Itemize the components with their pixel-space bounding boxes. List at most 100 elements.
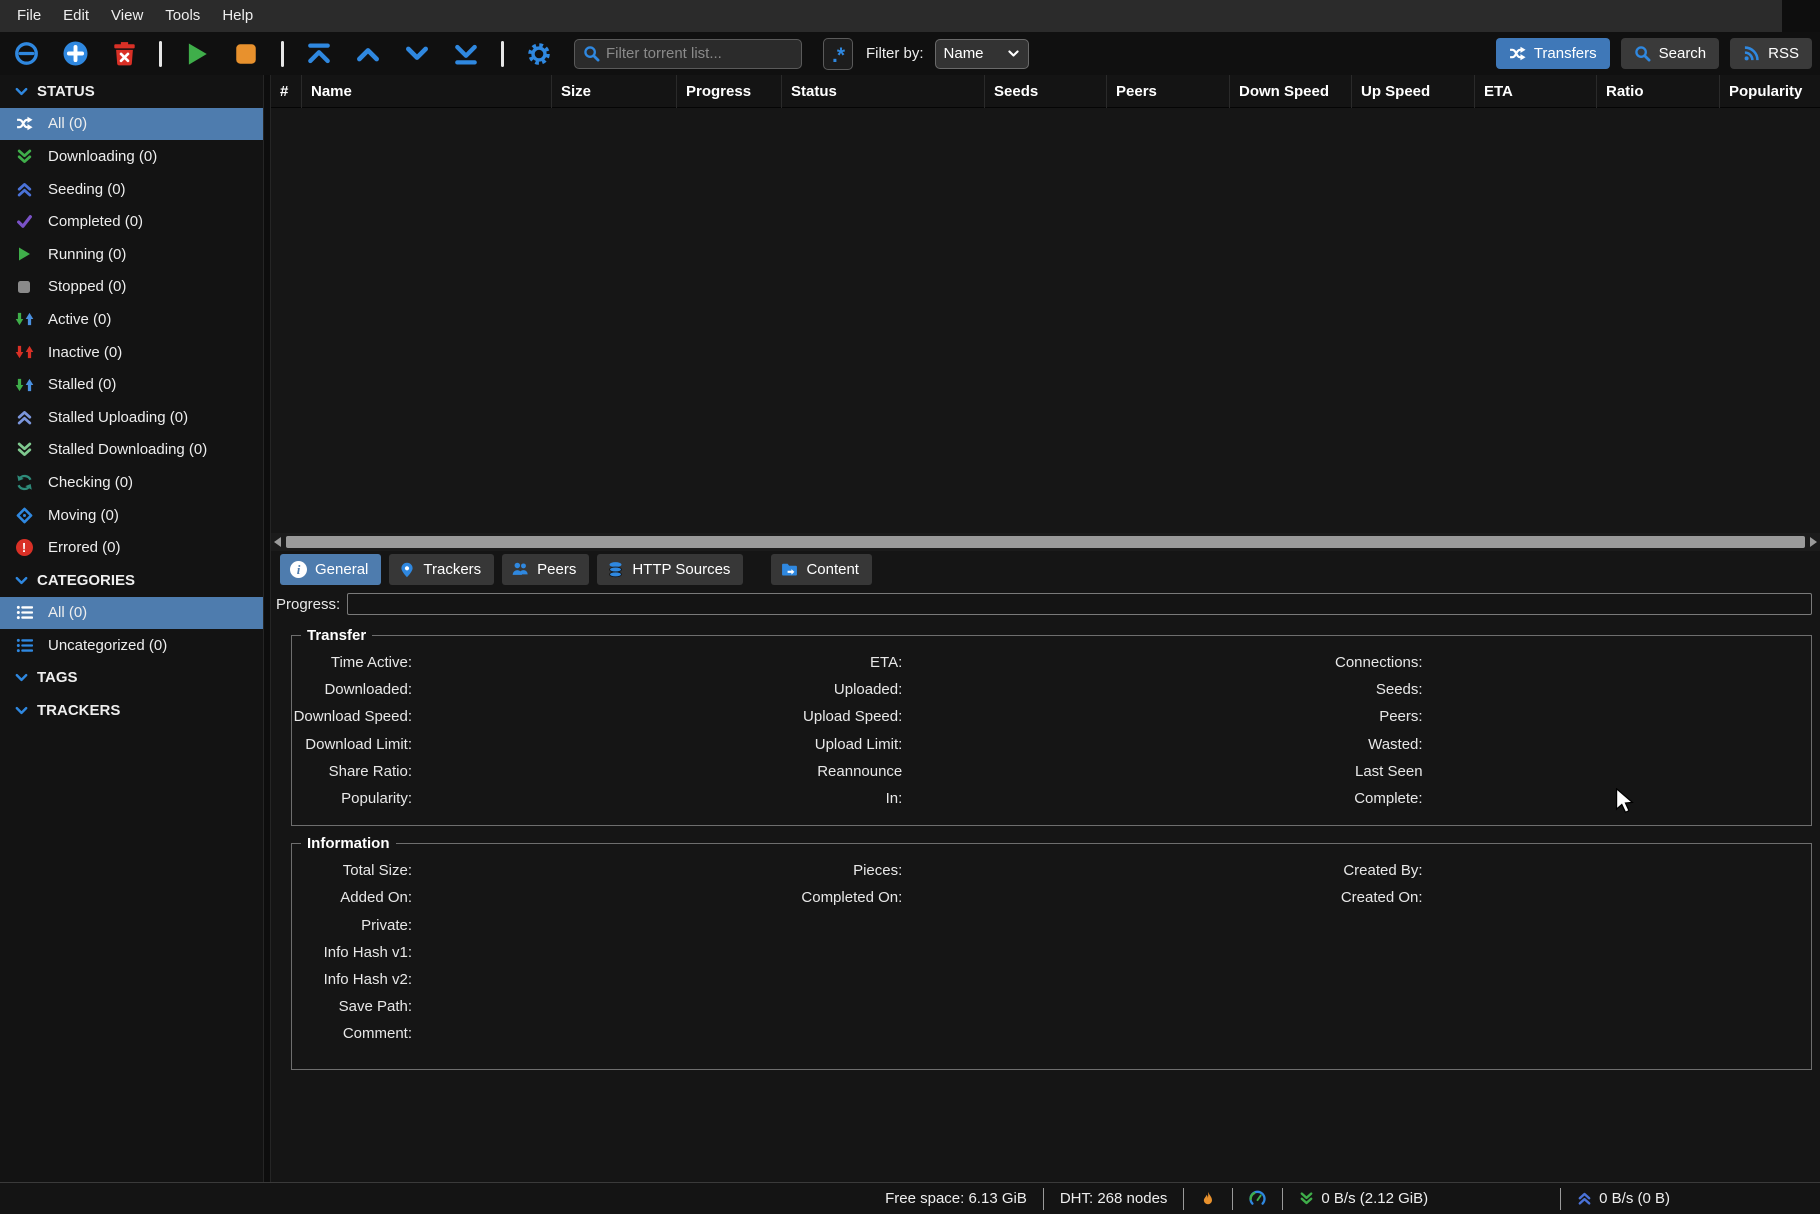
menu-edit[interactable]: Edit	[52, 0, 100, 32]
save-path-label: Save Path:	[292, 993, 412, 1020]
column-header-ratio[interactable]: Ratio	[1596, 75, 1719, 108]
chevron-down-icon	[14, 703, 29, 718]
arrow-down-icon	[15, 311, 24, 327]
free-space: Free space: 6.13 GiB	[885, 1190, 1027, 1207]
chevron-down-icon	[404, 41, 430, 67]
tab-content[interactable]: Content	[771, 554, 872, 585]
regex-filter-button[interactable]: .*	[823, 38, 853, 70]
sidebar-item-errored[interactable]: ! Errored (0)	[0, 531, 263, 564]
search-icon	[1634, 45, 1651, 62]
tab-peers[interactable]: Peers	[502, 554, 589, 585]
column-header-eta[interactable]: ETA	[1474, 75, 1596, 108]
filter-search-box[interactable]	[574, 39, 802, 69]
decrease-priority-button[interactable]	[403, 39, 431, 69]
filter-by-select[interactable]: Name	[935, 39, 1029, 69]
toolbar-separator	[281, 41, 284, 67]
column-header-seeds[interactable]: Seeds	[984, 75, 1106, 108]
sidebar-category-all[interactable]: All (0)	[0, 597, 263, 630]
column-header-up-speed[interactable]: Up Speed	[1351, 75, 1474, 108]
sidebar-section-status[interactable]: STATUS	[0, 75, 263, 108]
arrow-down-icon	[15, 377, 24, 393]
sidebar-section-trackers[interactable]: TRACKERS	[0, 694, 263, 727]
info-icon: i	[290, 561, 307, 578]
column-header-name[interactable]: Name	[301, 75, 551, 108]
trash-icon	[111, 40, 138, 67]
search-button-label: Search	[1659, 45, 1707, 62]
scrollbar-thumb[interactable]	[286, 536, 1805, 548]
column-header-number[interactable]: #	[271, 75, 301, 108]
menu-file[interactable]: File	[6, 0, 52, 32]
column-header-status[interactable]: Status	[781, 75, 984, 108]
link-circle-icon	[14, 41, 39, 66]
chevron-down-bar-icon	[453, 41, 479, 67]
sync-icon	[16, 474, 33, 491]
rss-view-button[interactable]: RSS	[1730, 38, 1812, 69]
sidebar-item-seeding[interactable]: Seeding (0)	[0, 173, 263, 206]
delete-torrent-button[interactable]	[110, 39, 138, 69]
scroll-right-arrow-icon[interactable]	[1810, 537, 1817, 547]
filter-by-value: Name	[944, 45, 1007, 62]
horizontal-scrollbar[interactable]	[271, 533, 1820, 551]
search-view-button[interactable]: Search	[1621, 38, 1720, 69]
double-chevron-up-icon	[1577, 1191, 1592, 1206]
add-torrent-file-button[interactable]	[61, 39, 89, 69]
sidebar-item-stalled[interactable]: Stalled (0)	[0, 368, 263, 401]
tab-http-sources[interactable]: HTTP Sources	[597, 554, 743, 585]
upload-speed-status[interactable]: 0 B/s (0 B)	[1577, 1190, 1670, 1207]
column-header-peers[interactable]: Peers	[1106, 75, 1229, 108]
information-legend: Information	[301, 835, 396, 852]
rss-button-label: RSS	[1768, 45, 1799, 62]
options-button[interactable]	[525, 39, 553, 69]
rss-icon	[1743, 45, 1760, 62]
sidebar-item-checking[interactable]: Checking (0)	[0, 466, 263, 499]
scroll-left-arrow-icon[interactable]	[274, 537, 281, 547]
statusbar-separator	[1232, 1188, 1233, 1210]
play-icon	[184, 41, 210, 67]
column-header-popularity[interactable]: Popularity	[1719, 75, 1820, 108]
arrow-down-icon	[15, 344, 24, 360]
arrow-up-icon	[25, 344, 34, 360]
sidebar-item-stalled-uploading[interactable]: Stalled Uploading (0)	[0, 401, 263, 434]
sidebar-section-categories[interactable]: CATEGORIES	[0, 564, 263, 597]
column-header-progress[interactable]: Progress	[676, 75, 781, 108]
private-label: Private:	[292, 912, 412, 939]
sidebar-item-stalled-downloading[interactable]: Stalled Downloading (0)	[0, 434, 263, 467]
stop-torrent-button[interactable]	[232, 39, 260, 69]
sidebar-item-inactive[interactable]: Inactive (0)	[0, 336, 263, 369]
bottom-priority-button[interactable]	[452, 39, 480, 69]
column-header-size[interactable]: Size	[551, 75, 676, 108]
sidebar-item-downloading[interactable]: Downloading (0)	[0, 140, 263, 173]
column-header-down-speed[interactable]: Down Speed	[1229, 75, 1351, 108]
download-limit-label: Download Limit:	[292, 731, 412, 758]
sidebar-item-moving[interactable]: Moving (0)	[0, 499, 263, 532]
total-size-label: Total Size:	[292, 857, 412, 884]
connection-status[interactable]	[1200, 1191, 1216, 1207]
tab-trackers[interactable]: Trackers	[389, 554, 494, 585]
add-torrent-link-button[interactable]	[12, 39, 40, 69]
added-on-label: Added On:	[292, 884, 412, 911]
sidebar-item-completed[interactable]: Completed (0)	[0, 205, 263, 238]
sidebar-item-running[interactable]: Running (0)	[0, 238, 263, 271]
sidebar-splitter[interactable]	[263, 75, 271, 1182]
sidebar-item-all[interactable]: All (0)	[0, 108, 263, 141]
tab-general[interactable]: i General	[280, 554, 381, 585]
torrent-list[interactable]	[271, 108, 1820, 533]
sidebar-section-tags[interactable]: TAGS	[0, 662, 263, 695]
download-speed-status[interactable]: 0 B/s (2.12 GiB)	[1299, 1190, 1428, 1207]
menu-tools[interactable]: Tools	[154, 0, 211, 32]
alt-speed-limits[interactable]	[1249, 1190, 1266, 1207]
sidebar-item-stopped[interactable]: Stopped (0)	[0, 271, 263, 304]
menu-view[interactable]: View	[100, 0, 154, 32]
increase-priority-button[interactable]	[354, 39, 382, 69]
top-priority-button[interactable]	[305, 39, 333, 69]
menu-help[interactable]: Help	[211, 0, 264, 32]
pieces-label: Pieces:	[798, 857, 902, 884]
comment-label: Comment:	[292, 1020, 412, 1047]
transfers-view-button[interactable]: Transfers	[1496, 38, 1610, 69]
filter-by-label: Filter by:	[866, 45, 924, 62]
start-torrent-button[interactable]	[183, 39, 211, 69]
sidebar-item-active[interactable]: Active (0)	[0, 303, 263, 336]
search-input[interactable]	[606, 45, 793, 62]
flame-icon	[1200, 1191, 1216, 1207]
sidebar-category-uncategorized[interactable]: Uncategorized (0)	[0, 629, 263, 662]
